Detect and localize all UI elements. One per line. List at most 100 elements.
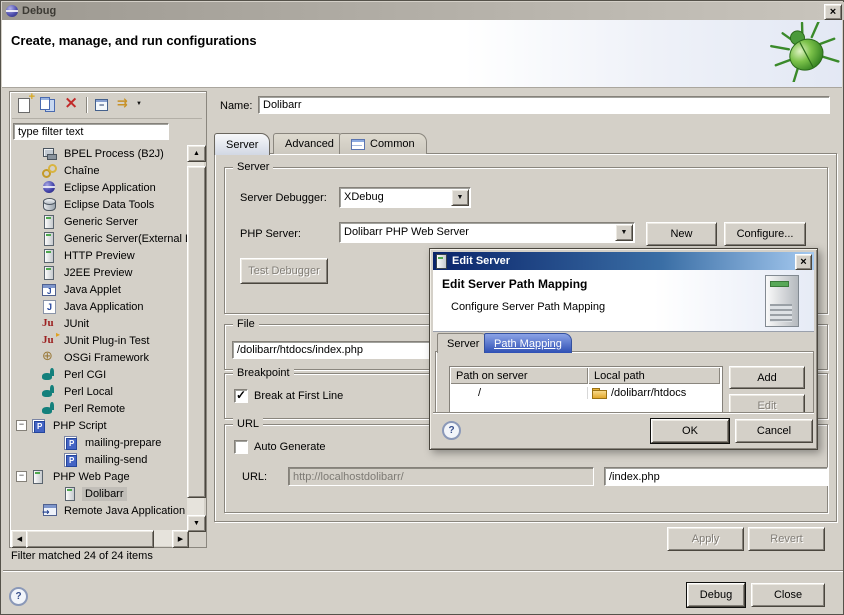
- tree-item-php-web-page[interactable]: − PHP Web Page: [11, 468, 187, 485]
- server-graphic: [765, 275, 799, 327]
- expander-minus-icon[interactable]: −: [16, 471, 27, 482]
- filter-menu-caret[interactable]: [134, 95, 144, 115]
- dialog-help-icon[interactable]: [442, 421, 461, 440]
- break-first-line-checkbox[interactable]: [234, 389, 248, 403]
- tree-item-label: Perl Remote: [61, 402, 128, 416]
- dialog-tab-server[interactable]: Server: [437, 333, 489, 353]
- scroll-right-button[interactable]: ▶: [172, 530, 189, 548]
- revert-button[interactable]: Revert: [748, 527, 825, 551]
- dialog-tab-path-mapping[interactable]: Path Mapping: [484, 333, 572, 353]
- debug-button[interactable]: Debug: [687, 583, 745, 607]
- column-header-local-path[interactable]: Local path: [588, 367, 720, 384]
- tree-item-perl-local[interactable]: Perl Local: [11, 383, 187, 400]
- toolbar-separator: [86, 97, 87, 113]
- window-titlebar[interactable]: Debug: [2, 2, 844, 20]
- tab-advanced[interactable]: Advanced: [273, 133, 346, 154]
- window-close-button[interactable]: [824, 4, 842, 20]
- dropdown-arrow-icon[interactable]: [451, 189, 469, 206]
- tree-item-label: mailing-send: [82, 453, 150, 467]
- tree-item-dolibarr[interactable]: Dolibarr: [11, 485, 187, 502]
- tree-vertical-scrollbar[interactable]: ▲ ▼: [187, 145, 204, 530]
- filter-button[interactable]: [115, 95, 136, 115]
- tree-item-java-applet[interactable]: Java Applet: [11, 281, 187, 298]
- apply-button[interactable]: Apply: [667, 527, 744, 551]
- new-server-button[interactable]: New: [646, 222, 717, 246]
- tree-item-java-application[interactable]: Java Application: [11, 298, 187, 315]
- php-icon: [63, 452, 79, 467]
- tree-item-label: Perl Local: [61, 385, 116, 399]
- scroll-thumb[interactable]: [187, 166, 206, 498]
- junit-plugin-icon: [42, 333, 58, 348]
- tree-item-perl-cgi[interactable]: Perl CGI: [11, 366, 187, 383]
- path-mapping-row[interactable]: //dolibarr/htdocs: [450, 384, 722, 401]
- auto-generate-checkbox[interactable]: [234, 440, 248, 454]
- tree-item-junit[interactable]: JUnit: [11, 315, 187, 332]
- tree-item-perl-remote[interactable]: Perl Remote: [11, 400, 187, 417]
- junit-icon: [42, 316, 58, 331]
- break-first-line-label: Break at First Line: [254, 390, 343, 402]
- tab-common[interactable]: Common: [339, 133, 427, 154]
- configure-button[interactable]: Configure...: [724, 222, 806, 246]
- filter-input[interactable]: [13, 123, 169, 140]
- collapse-all-button[interactable]: [91, 95, 112, 115]
- scroll-up-button[interactable]: ▲: [187, 145, 206, 162]
- duplicate-button[interactable]: [37, 95, 58, 115]
- tree-item-http-preview[interactable]: HTTP Preview: [11, 247, 187, 264]
- window-title: Debug: [22, 5, 56, 17]
- dialog-button-bar: OK Cancel: [433, 412, 814, 447]
- breakpoint-group-label: Breakpoint: [233, 367, 294, 380]
- footer-separator: [3, 570, 843, 571]
- name-input[interactable]: [258, 96, 830, 114]
- php-server-icon: [31, 469, 47, 484]
- dropdown-arrow-icon[interactable]: [615, 224, 633, 241]
- dialog-heading: Edit Server Path Mapping: [442, 277, 587, 291]
- test-debugger-button[interactable]: Test Debugger: [240, 258, 328, 284]
- tree-item-bpel-process-b2j[interactable]: BPEL Process (B2J): [11, 145, 187, 162]
- tree-item-eclipse-application[interactable]: Eclipse Application: [11, 179, 187, 196]
- new-config-button[interactable]: [14, 95, 35, 115]
- tree-item-eclipse-data-tools[interactable]: Eclipse Data Tools: [11, 196, 187, 213]
- tree-item-mailing-prepare[interactable]: mailing-prepare: [11, 434, 187, 451]
- delete-button[interactable]: [60, 95, 81, 115]
- column-header-path-on-server[interactable]: Path on server: [450, 367, 588, 384]
- cancel-button[interactable]: Cancel: [735, 419, 813, 443]
- tree-item-mailing-send[interactable]: mailing-send: [11, 451, 187, 468]
- help-icon[interactable]: [9, 587, 28, 606]
- tree-item-label: Dolibarr: [82, 487, 127, 501]
- path-mapping-table[interactable]: Path on server Local path //dolibarr/htd…: [449, 366, 723, 414]
- tab-server[interactable]: Server: [214, 133, 270, 155]
- auto-generate-label: Auto Generate: [254, 441, 326, 453]
- edit-button[interactable]: Edit: [729, 394, 805, 414]
- ok-button[interactable]: OK: [651, 419, 729, 443]
- tree-horizontal-scrollbar[interactable]: ◀ ▶: [11, 530, 187, 546]
- path-mapping-panel: Path on server Local path //dolibarr/htd…: [435, 351, 814, 414]
- tree-item-cha-ne[interactable]: Chaîne: [11, 162, 187, 179]
- dialog-close-button[interactable]: [795, 254, 812, 270]
- tree-item-php-script[interactable]: −PHP Script: [11, 417, 187, 434]
- tree-item-label: Eclipse Data Tools: [61, 198, 157, 212]
- server-debugger-select[interactable]: XDebug: [339, 187, 471, 208]
- scroll-down-button[interactable]: ▼: [187, 515, 206, 532]
- tree-item-label: PHP Web Page: [50, 470, 133, 484]
- tree-item-label: Chaîne: [61, 164, 102, 178]
- tree-item-label: Generic Server(External La: [61, 232, 187, 246]
- expander-minus-icon[interactable]: −: [16, 420, 27, 431]
- url-base-input[interactable]: [288, 467, 594, 486]
- dialog-titlebar[interactable]: Edit Server: [433, 252, 814, 270]
- close-button[interactable]: Close: [751, 583, 825, 607]
- tree-item-osgi-framework[interactable]: OSGi Framework: [11, 349, 187, 366]
- database-icon: [42, 197, 58, 212]
- server-icon: [42, 231, 58, 246]
- tree-item-generic-server-external-la[interactable]: Generic Server(External La: [11, 230, 187, 247]
- eclipse-sphere-icon: [42, 180, 58, 195]
- tree-item-remote-java-application[interactable]: Remote Java Application: [11, 502, 187, 519]
- url-path-input[interactable]: [604, 467, 828, 486]
- php-server-select[interactable]: Dolibarr PHP Web Server: [339, 222, 635, 243]
- tree-item-label: mailing-prepare: [82, 436, 164, 450]
- scroll-thumb[interactable]: [26, 530, 154, 548]
- edit-server-dialog: Edit Server Edit Server Path Mapping Con…: [429, 248, 818, 450]
- tree-item-junit-plug-in-test[interactable]: JUnit Plug-in Test: [11, 332, 187, 349]
- tree-item-j2ee-preview[interactable]: J2EE Preview: [11, 264, 187, 281]
- add-button[interactable]: Add: [729, 366, 805, 389]
- tree-item-generic-server[interactable]: Generic Server: [11, 213, 187, 230]
